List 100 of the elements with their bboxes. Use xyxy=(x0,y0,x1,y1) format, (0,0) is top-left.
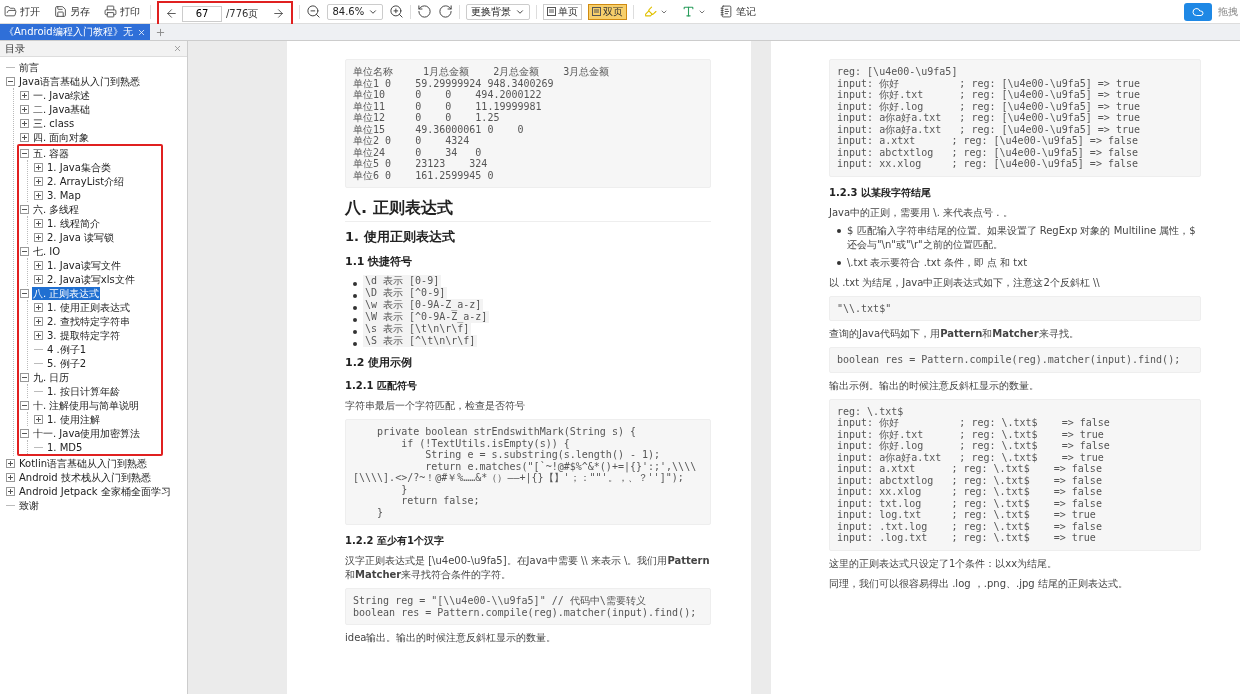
code-line: input: 你好.log ; reg: [\u4e00-\u9fa5] => true xyxy=(837,100,1141,112)
collapse-icon[interactable] xyxy=(20,246,29,256)
paragraph: Java中的正则，需要用 \. 来代表点号 . 。 xyxy=(829,205,1014,220)
bullet-icon xyxy=(353,317,357,322)
expand-icon[interactable] xyxy=(34,190,43,200)
tree-item[interactable]: 六. 多线程 xyxy=(32,202,81,216)
code-line: input: xx.xlog ; reg: \.txt$ => false xyxy=(837,486,1103,498)
cloud-logo[interactable] xyxy=(1184,2,1212,21)
code-line: 单位15 49.36000061 0 0 xyxy=(353,123,525,135)
expand-icon[interactable] xyxy=(34,414,43,424)
expand-icon[interactable] xyxy=(34,176,43,186)
code-line: String reg = "[\\u4e00-\\u9fa5]" // 代码中\需要转义 xyxy=(353,595,647,607)
note-button[interactable]: 笔记 xyxy=(716,1,761,22)
tree-item[interactable]: 1. 使用正则表达式 xyxy=(46,300,131,314)
tree-item[interactable]: 2. Java 读写锁 xyxy=(46,230,116,244)
paragraph: 以 .txt 为结尾，Java中正则表达式如下，注意这2个反斜杠 \\ xyxy=(829,275,1101,290)
tree-item[interactable]: 前言 xyxy=(18,60,40,74)
collapse-icon[interactable] xyxy=(20,400,29,410)
add-tab-icon[interactable] xyxy=(154,27,166,38)
expand-icon[interactable] xyxy=(20,118,29,128)
tree-item[interactable]: 二. Java基础 xyxy=(32,102,92,116)
tree-item[interactable]: 2. Java读写xls文件 xyxy=(46,272,136,286)
save-as-button[interactable]: 另存 xyxy=(50,1,94,22)
view-mode-tab[interactable]: 双页 xyxy=(588,3,628,20)
collapse-icon[interactable] xyxy=(20,428,29,438)
code-line: input: 你好.log ; reg: \.txt$ => false xyxy=(837,440,1111,452)
tree-item[interactable]: 2. 查找特定字符串 xyxy=(46,314,131,328)
tree-item[interactable]: Android 技术栈从入门到熟悉 xyxy=(18,470,152,484)
save-icon xyxy=(54,5,67,18)
expand-icon[interactable] xyxy=(34,330,43,340)
tree-item[interactable]: Android Jetpack 全家桶全面学习 xyxy=(18,484,172,498)
code-line: input: 你好 ; reg: \.txt$ => false xyxy=(837,417,1111,429)
tree-item[interactable]: 5. 例子2 xyxy=(46,356,88,370)
collapse-icon[interactable] xyxy=(6,76,15,86)
next-page-icon[interactable] xyxy=(272,7,286,20)
collapse-icon[interactable] xyxy=(20,148,29,158)
print-button[interactable]: 打印 xyxy=(100,1,144,22)
expand-icon[interactable] xyxy=(34,274,43,284)
tree-item[interactable]: 1. 使用注解 xyxy=(46,412,101,426)
expand-icon[interactable] xyxy=(6,486,15,496)
tree-item[interactable]: 八. 正则表达式 xyxy=(32,286,101,300)
code-line: boolean res = Pattern.compile(reg).matcher(input).find(); xyxy=(837,354,1182,366)
tree-item[interactable]: 十. 注解使用与简单说明 xyxy=(32,398,141,412)
heading: 1. 使用正则表达式 xyxy=(345,228,456,246)
tree-item[interactable]: 1. Java集合类 xyxy=(46,160,112,174)
collapse-icon[interactable] xyxy=(20,372,29,382)
rotate-right-icon[interactable] xyxy=(438,4,454,19)
bullet-icon xyxy=(353,305,357,310)
code-line: input: log.txt ; reg: \.txt$ => true xyxy=(837,509,1097,521)
zoom-in-icon[interactable] xyxy=(389,4,405,19)
page-input[interactable]: 67 xyxy=(182,5,222,22)
tree-item[interactable]: 3. Map xyxy=(46,188,82,202)
tree-item[interactable]: 1. 线程简介 xyxy=(46,216,101,230)
expand-icon[interactable] xyxy=(34,260,43,270)
expand-icon[interactable] xyxy=(20,90,29,100)
expand-icon[interactable] xyxy=(34,232,43,242)
expand-icon[interactable] xyxy=(6,458,15,468)
highlighter-icon xyxy=(644,5,658,18)
document-tab[interactable]: 《Android编程入门教程》无 xyxy=(0,24,150,40)
inline-code: \D 表示 [^0-9] xyxy=(363,287,448,299)
expand-icon[interactable] xyxy=(34,316,43,326)
tree-item[interactable]: 四. 面向对象 xyxy=(32,130,91,144)
tree-item[interactable]: 五. 容器 xyxy=(32,146,71,160)
zoom-out-icon[interactable] xyxy=(306,4,322,19)
tree-item[interactable]: 2. ArrayList介绍 xyxy=(46,174,126,188)
expand-icon[interactable] xyxy=(20,104,29,114)
expand-icon[interactable] xyxy=(34,162,43,172)
rotate-left-icon[interactable] xyxy=(417,4,433,19)
tree-item[interactable]: 一. Java综述 xyxy=(32,88,92,102)
previous-page-icon[interactable] xyxy=(165,7,178,20)
collapse-icon[interactable] xyxy=(20,204,29,214)
inline-code: \W 表示 [^0-9A-Z_a-z] xyxy=(363,311,490,323)
tree-item[interactable]: 致谢 xyxy=(18,498,40,512)
collapse-icon[interactable] xyxy=(20,288,29,298)
code-line: if (!TextUtils.isEmpty(s)) { xyxy=(400,437,571,449)
tree-item[interactable]: Java语言基础从入门到熟悉 xyxy=(18,74,142,88)
tree-item[interactable]: 4 .例子1 xyxy=(46,342,88,356)
tree-item[interactable]: 十一. Java使用加密算法 xyxy=(32,426,142,440)
tree-item[interactable]: 九. 日历 xyxy=(32,370,71,384)
zoom-select[interactable]: 84.6% xyxy=(327,3,384,20)
code-line: input: 你好.txt ; reg: \.txt$ => true xyxy=(837,428,1105,440)
tree-item[interactable]: 1. Java读写文件 xyxy=(46,258,122,272)
tree-item[interactable]: 七. IO xyxy=(32,244,62,258)
code-line: reg: \.txt$ xyxy=(837,405,905,417)
paragraph: idea输出。输出的时候注意反斜杠显示的数量。 xyxy=(345,631,558,645)
open-button[interactable]: 打开 xyxy=(0,1,44,22)
expand-icon[interactable] xyxy=(20,132,29,142)
tree-item[interactable]: 1. MD5 xyxy=(46,440,84,454)
code-line: input: a.xtxt ; reg: \.txt$ => false xyxy=(837,463,1103,475)
expand-icon[interactable] xyxy=(34,302,43,312)
expand-icon[interactable] xyxy=(6,472,15,482)
tree-item[interactable]: Kotlin语言基础从入门到熟悉 xyxy=(18,456,148,470)
tree-item[interactable]: 3. 提取特定字符 xyxy=(46,328,121,342)
view-mode-tab[interactable]: 单页 xyxy=(543,3,583,20)
tree-item[interactable]: 1. 按日计算年龄 xyxy=(46,384,121,398)
code-line: 单位24 0 34 0 xyxy=(353,146,483,158)
expand-icon[interactable] xyxy=(34,218,43,228)
code-line: input: xx.xlog ; reg: [\u4e00-\u9fa5] => false xyxy=(837,158,1140,170)
background-select[interactable]: 更换背景 xyxy=(466,3,531,20)
tree-item[interactable]: 三. class xyxy=(32,116,76,130)
